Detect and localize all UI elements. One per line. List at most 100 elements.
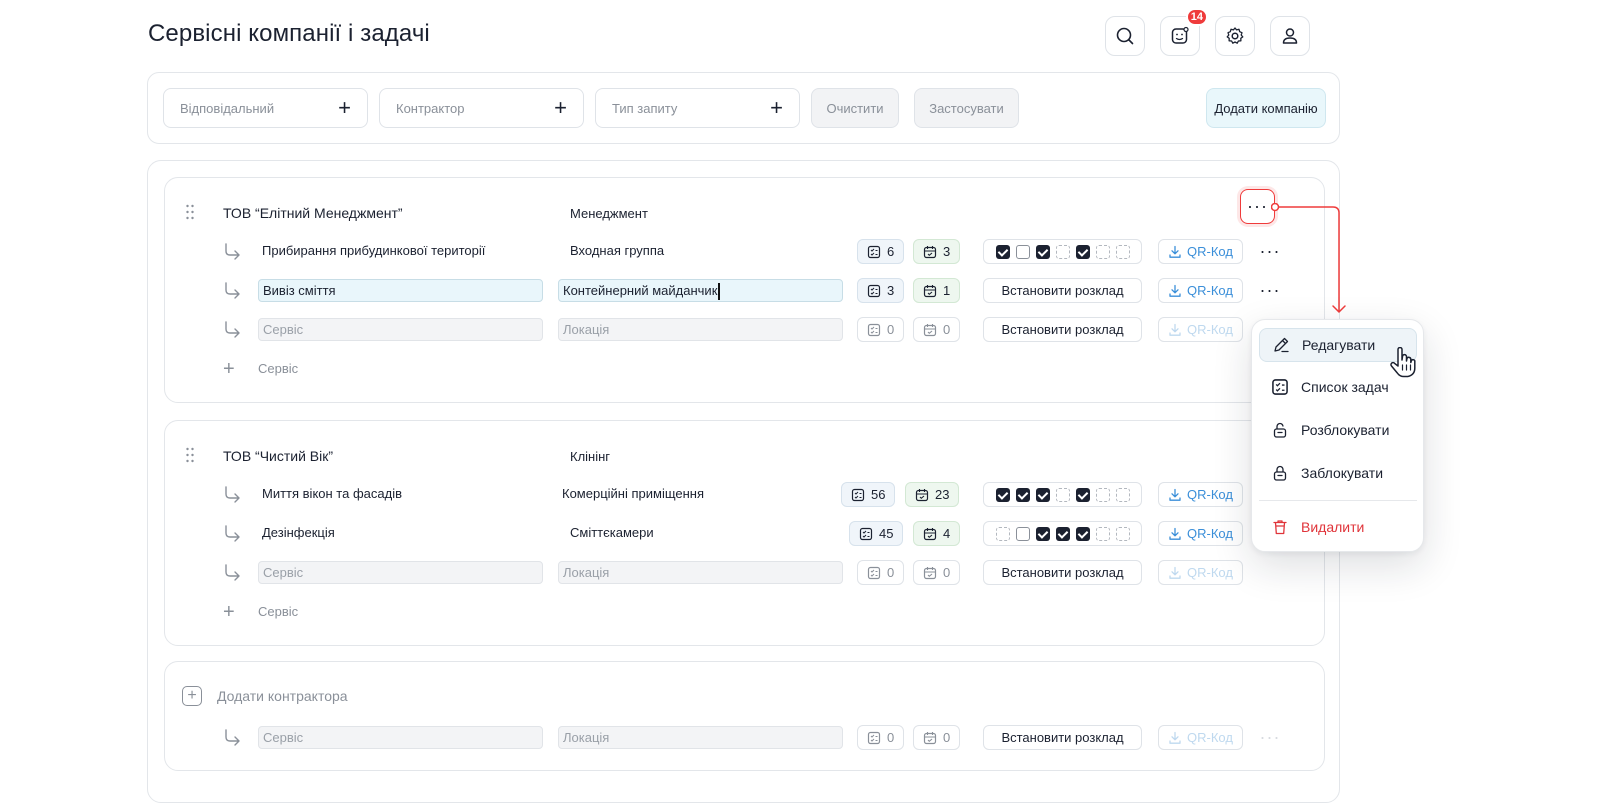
weekday-checkbox[interactable] (995, 487, 1010, 502)
service-name-value: Вивіз сміття (263, 283, 336, 298)
menu-item-delete[interactable]: Видалити (1259, 510, 1417, 544)
more-options-button: ··· (1259, 727, 1281, 747)
set-schedule-button[interactable]: Встановити розклад (983, 317, 1142, 342)
tasks-count[interactable]: 6 (857, 239, 905, 264)
weekday-checkbox[interactable] (1035, 244, 1050, 259)
weekday-checkbox[interactable] (1055, 526, 1070, 541)
weekday-checkbox[interactable] (1095, 526, 1110, 541)
weekday-checkbox[interactable] (995, 526, 1010, 541)
hand-cursor-icon (1390, 347, 1416, 378)
company-more-options-button[interactable]: ··· (1240, 189, 1275, 224)
search-button[interactable] (1105, 16, 1145, 56)
weekday-selector (983, 239, 1142, 264)
weekday-checkbox[interactable] (1015, 487, 1030, 502)
weekday-checkbox[interactable] (1015, 244, 1030, 259)
download-icon (1168, 527, 1182, 541)
qr-code-label: QR-Код (1187, 244, 1233, 259)
schedules-count[interactable]: 0 (913, 317, 961, 342)
tasks-count[interactable]: 56 (841, 482, 896, 507)
set-schedule-button[interactable]: Встановити розклад (983, 560, 1142, 585)
weekday-checkbox[interactable] (1055, 487, 1070, 502)
tasks-count[interactable]: 45 (849, 521, 904, 546)
subitem-arrow-icon (222, 241, 242, 261)
calendar-icon (923, 731, 937, 745)
add-contractor-label[interactable]: Додати контрактора (217, 688, 348, 704)
menu-item-lock[interactable]: Заблокувати (1259, 456, 1417, 490)
qr-code-button: QR-Код (1158, 560, 1243, 585)
schedules-count[interactable]: 0 (913, 560, 961, 585)
contractor-filter[interactable]: Контрактор + (379, 88, 584, 128)
qr-code-button[interactable]: QR-Код (1158, 482, 1243, 507)
request-type-filter[interactable]: Тип запиту + (595, 88, 800, 128)
settings-button[interactable] (1215, 16, 1255, 56)
apply-button[interactable]: Застосувати (914, 88, 1019, 128)
task-list-icon (1271, 378, 1289, 396)
qr-code-button[interactable]: QR-Код (1158, 521, 1243, 546)
add-company-button[interactable]: Додати компанію (1206, 88, 1326, 128)
service-name-input[interactable]: Сервіс (258, 561, 543, 584)
download-icon (1168, 284, 1182, 298)
menu-item-unlock[interactable]: Розблокувати (1259, 413, 1417, 447)
set-schedule-button[interactable]: Встановити розклад (983, 278, 1142, 303)
tasks-count[interactable]: 0 (857, 725, 905, 750)
service-name-input[interactable]: Вивіз сміття (258, 279, 543, 302)
qr-code-button[interactable]: QR-Код (1158, 239, 1243, 264)
schedules-count-value: 23 (935, 487, 950, 502)
weekday-checkbox[interactable] (1075, 244, 1090, 259)
tasks-count[interactable]: 0 (857, 317, 905, 342)
weekday-checkbox[interactable] (1055, 244, 1070, 259)
schedules-count-value: 3 (943, 244, 951, 259)
clear-button[interactable]: Очистити (811, 88, 899, 128)
add-service-button[interactable]: + Сервіс (165, 601, 465, 625)
service-location-input[interactable]: Локація (558, 318, 843, 341)
weekday-selector (983, 521, 1142, 546)
schedules-count[interactable]: 4 (913, 521, 961, 546)
qr-code-label: QR-Код (1187, 565, 1233, 580)
schedules-count[interactable]: 1 (913, 278, 961, 303)
pencil-icon (1274, 337, 1289, 353)
drag-handle-icon[interactable] (185, 204, 195, 220)
profile-button[interactable] (1270, 16, 1310, 56)
qr-code-label: QR-Код (1187, 487, 1233, 502)
weekday-checkbox[interactable] (1035, 487, 1050, 502)
add-contractor-card: + Додати контрактора Сервіс Локація 0 0 … (164, 661, 1325, 771)
schedules-count[interactable]: 23 (905, 482, 960, 507)
tasks-count[interactable]: 0 (857, 560, 905, 585)
weekday-checkbox[interactable] (1015, 526, 1030, 541)
weekday-checkbox[interactable] (1075, 487, 1090, 502)
add-square-icon[interactable]: + (182, 686, 202, 706)
qr-code-button[interactable]: QR-Код (1158, 278, 1243, 303)
tasks-count[interactable]: 3 (857, 278, 905, 303)
task-list-icon (859, 527, 873, 541)
tasks-count-value: 0 (887, 322, 895, 337)
service-location-input[interactable]: Контейнерний майданчик (558, 279, 843, 302)
plus-icon: + (338, 95, 351, 120)
task-list-icon (867, 731, 881, 745)
responsible-filter[interactable]: Відповідальний + (163, 88, 368, 128)
schedules-count[interactable]: 0 (913, 725, 961, 750)
service-location-input[interactable]: Локація (558, 726, 843, 749)
subitem-arrow-icon (222, 484, 242, 504)
drag-handle-icon[interactable] (185, 447, 195, 463)
service-name-input[interactable]: Сервіс (258, 726, 543, 749)
notifications-button[interactable]: 14 (1160, 8, 1208, 56)
company-name: ТОВ “Елітний Менеджмент” (223, 205, 403, 221)
weekday-checkbox[interactable] (1095, 487, 1110, 502)
weekday-checkbox[interactable] (995, 244, 1010, 259)
notifications-badge: 14 (1185, 8, 1208, 26)
service-name-input[interactable]: Сервіс (258, 318, 543, 341)
trash-icon (1273, 520, 1287, 535)
calendar-icon (923, 323, 937, 337)
schedules-count-value: 1 (943, 283, 951, 298)
weekday-checkbox[interactable] (1115, 244, 1130, 259)
set-schedule-button[interactable]: Встановити розклад (983, 725, 1142, 750)
weekday-checkbox[interactable] (1095, 244, 1110, 259)
weekday-checkbox[interactable] (1075, 526, 1090, 541)
weekday-checkbox[interactable] (1115, 526, 1130, 541)
add-service-button[interactable]: + Сервіс (165, 358, 465, 382)
schedules-count[interactable]: 3 (913, 239, 961, 264)
weekday-checkbox[interactable] (1035, 526, 1050, 541)
company-category: Клінінг (570, 449, 611, 464)
weekday-checkbox[interactable] (1115, 487, 1130, 502)
service-location-input[interactable]: Локація (558, 561, 843, 584)
